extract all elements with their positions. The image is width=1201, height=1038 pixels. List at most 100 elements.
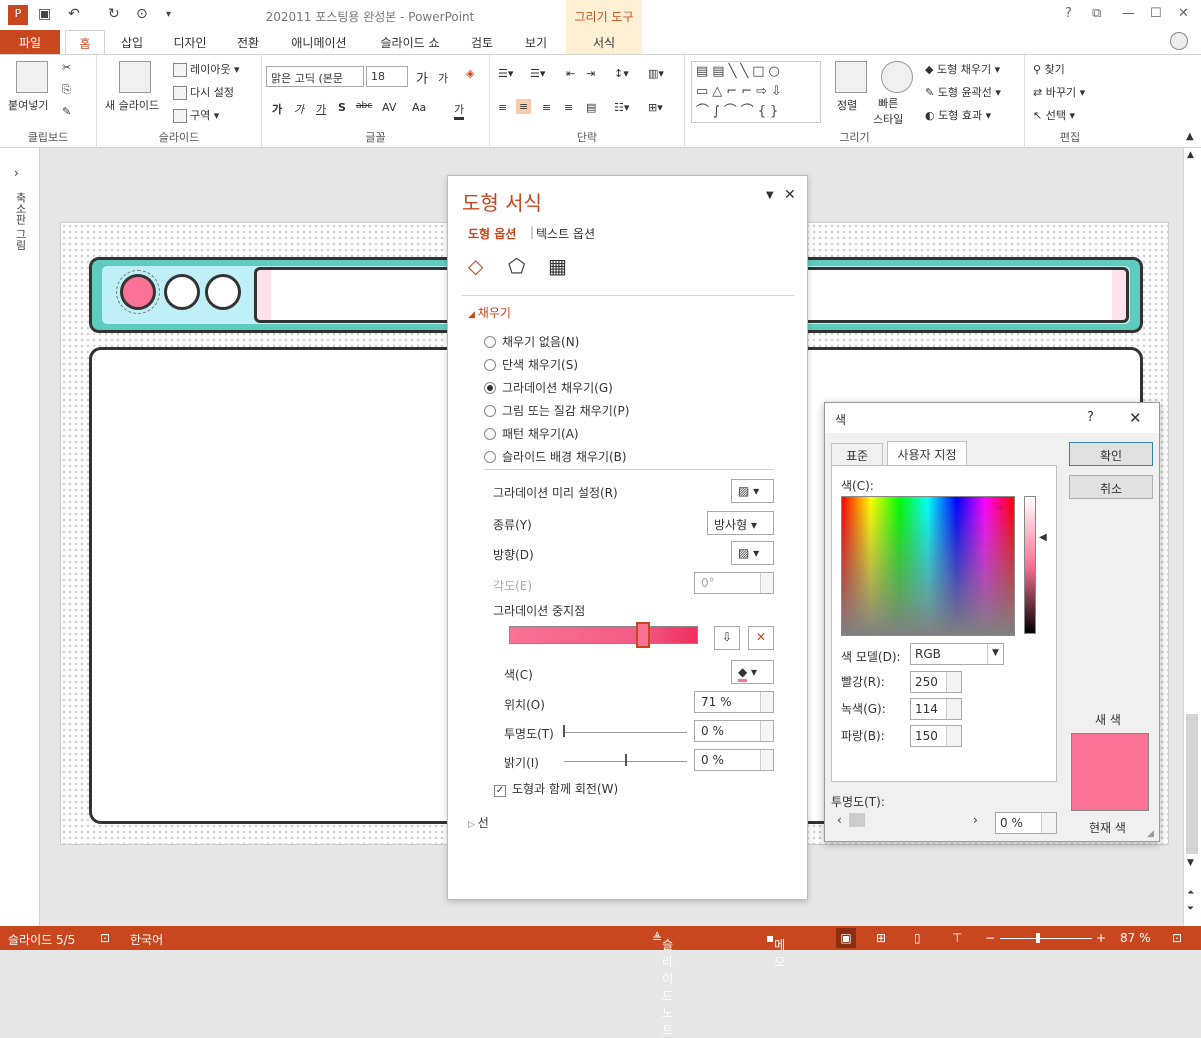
zoom-level[interactable]: 87 % xyxy=(1120,931,1151,945)
gradient-preset-dropdown[interactable]: ▨ ▾ xyxy=(731,479,774,503)
dialog-close-button[interactable]: ✕ xyxy=(1129,409,1142,427)
shape-outline-button[interactable]: ✎ 도형 윤곽선 ▾ xyxy=(925,84,1001,100)
green-spinner[interactable]: 114 xyxy=(910,698,962,720)
numbering-icon[interactable]: ☰▾ xyxy=(530,67,545,80)
blue-spinner[interactable]: 150 xyxy=(910,725,962,747)
tab-format[interactable]: 서식 xyxy=(566,30,642,54)
tab-slideshow[interactable]: 슬라이드 쇼 xyxy=(370,30,450,54)
line-spacing-icon[interactable]: ↕▾ xyxy=(614,67,629,80)
vertical-scrollbar[interactable]: ▲ ▼ ⏶ ⏷ xyxy=(1183,148,1201,926)
new-slide-button[interactable]: 새 슬라이드 xyxy=(105,97,159,113)
cancel-button[interactable]: 취소 xyxy=(1069,475,1153,499)
language-indicator[interactable]: 한국어 xyxy=(130,931,163,948)
effects-pentagon-icon[interactable]: ⬠ xyxy=(508,254,525,278)
transparency-slider-thumb[interactable] xyxy=(849,813,865,827)
smartart-icon[interactable]: ⊞▾ xyxy=(648,101,663,114)
maximize-button[interactable]: ☐ xyxy=(1150,6,1162,21)
direction-dropdown[interactable]: ▨ ▾ xyxy=(731,541,774,565)
add-stop-icon[interactable]: ⇩ xyxy=(714,626,740,650)
shape-fill-button[interactable]: ◆ 도형 채우기 ▾ xyxy=(925,61,1000,77)
next-slide-icon[interactable]: ⏷ xyxy=(1187,904,1194,914)
zoom-slider-thumb[interactable] xyxy=(1036,933,1040,943)
arrange-button[interactable]: 정렬 xyxy=(837,97,857,113)
slide-sorter-icon[interactable]: ⊞ xyxy=(876,931,886,945)
change-case-button[interactable]: Aa xyxy=(412,101,426,114)
grow-font-button[interactable]: 가 xyxy=(416,68,428,87)
tab-text-options[interactable]: 텍스트 옵션 xyxy=(536,225,595,242)
bold-button[interactable]: 가 xyxy=(272,101,282,117)
radio-background-fill[interactable]: 슬라이드 배경 채우기(B) xyxy=(484,448,627,465)
dialog-help-button[interactable]: ? xyxy=(1087,410,1094,425)
stop-color-dropdown[interactable]: ◆ ▾ xyxy=(731,660,774,684)
scroll-up-icon[interactable]: ▲ xyxy=(1187,150,1194,160)
line-section-header[interactable]: ▷ 선 xyxy=(468,814,489,831)
brightness-slider-thumb[interactable] xyxy=(625,754,627,766)
account-avatar[interactable] xyxy=(1170,32,1188,50)
radio-gradient-fill[interactable]: 그라데이션 채우기(G) xyxy=(484,379,613,396)
italic-button[interactable]: 가 xyxy=(294,101,304,117)
normal-view-icon[interactable]: ▣ xyxy=(836,928,856,948)
spell-check-icon[interactable]: ⊡ xyxy=(100,931,110,945)
rotate-with-shape-checkbox[interactable]: ✓ 도형과 함께 회전(W) xyxy=(494,780,618,797)
slideshow-icon[interactable]: ⊤ xyxy=(952,931,962,945)
radio-pattern-fill[interactable]: 패턴 채우기(A) xyxy=(484,425,579,442)
luminance-pointer-icon[interactable]: ◀ xyxy=(1039,532,1047,543)
size-properties-icon[interactable]: ▦ xyxy=(548,254,567,278)
stop-position-spinner[interactable]: 71 % xyxy=(694,691,774,713)
zoom-slider[interactable] xyxy=(1000,938,1092,939)
close-button[interactable]: ✕ xyxy=(1178,6,1189,21)
reset-button[interactable]: 다시 설정 xyxy=(173,84,234,100)
replace-button[interactable]: ⇄ 바꾸기 ▾ xyxy=(1033,84,1085,100)
shapes-gallery[interactable]: ▤▤╲╲□○ ▭△⌐⌐⇨⇩ ⌒∫⌒⌒{} xyxy=(691,61,821,123)
pink-circle-shape[interactable] xyxy=(116,270,160,314)
zoom-out-icon[interactable]: − xyxy=(985,931,995,945)
previous-slide-icon[interactable]: ⏶ xyxy=(1187,888,1194,898)
scroll-right-icon[interactable]: › xyxy=(973,813,978,827)
tab-standard[interactable]: 표준 xyxy=(831,443,883,465)
fill-line-icon[interactable]: ◇ xyxy=(468,254,483,278)
white-circle-shape[interactable] xyxy=(205,274,241,310)
collapse-ribbon-icon[interactable]: ▲ xyxy=(1186,131,1194,142)
radio-no-fill[interactable]: 채우기 없음(N) xyxy=(484,333,579,350)
luminance-bar[interactable] xyxy=(1024,496,1036,634)
fit-to-window-icon[interactable]: ⊡ xyxy=(1172,931,1182,945)
shadow-button[interactable]: S xyxy=(338,101,346,114)
expand-thumbnails-icon[interactable]: › xyxy=(14,166,19,180)
angle-spinner[interactable]: 0° xyxy=(694,572,774,594)
font-size-combo[interactable]: 18 xyxy=(366,66,408,87)
stop-transparency-spinner[interactable]: 0 % xyxy=(694,720,774,742)
select-button[interactable]: ↖ 선택 ▾ xyxy=(1033,107,1075,123)
tab-custom[interactable]: 사용자 지정 xyxy=(887,441,967,466)
reading-view-icon[interactable]: ▯ xyxy=(914,931,921,945)
radio-solid-fill[interactable]: 단색 채우기(S) xyxy=(484,356,578,373)
tab-design[interactable]: 디자인 xyxy=(165,30,215,54)
resize-grip-icon[interactable]: ◢ xyxy=(1147,829,1154,839)
distribute-icon[interactable]: ▤ xyxy=(586,101,596,114)
white-circle-shape[interactable] xyxy=(164,274,200,310)
copy-icon[interactable]: ⎘ xyxy=(62,83,71,97)
scroll-down-icon[interactable]: ▼ xyxy=(1187,858,1194,868)
minimize-button[interactable]: — xyxy=(1122,6,1135,21)
red-spinner[interactable]: 250 xyxy=(910,671,962,693)
tab-shape-options[interactable]: 도형 옵션 xyxy=(468,225,516,242)
format-painter-icon[interactable]: ✎ xyxy=(62,105,71,118)
notes-button[interactable]: ≜ 슬라이드 노트 xyxy=(652,931,673,1037)
tab-file[interactable]: 파일 xyxy=(0,30,60,54)
increase-indent-icon[interactable]: ⇥ xyxy=(586,67,595,80)
ribbon-display-button[interactable]: ⧉ xyxy=(1092,6,1101,21)
ok-button[interactable]: 확인 xyxy=(1069,442,1153,466)
scroll-left-icon[interactable]: ‹ xyxy=(837,813,842,827)
shrink-font-button[interactable]: 가 xyxy=(438,70,448,86)
quick-styles-button[interactable]: 빠른 스타일 xyxy=(873,95,903,127)
fill-section-header[interactable]: ◢ 채우기 xyxy=(468,304,511,321)
tab-animations[interactable]: 애니메이션 xyxy=(282,30,356,54)
transparency-slider[interactable] xyxy=(564,732,687,733)
layout-button[interactable]: 레이아웃 ▾ xyxy=(173,61,240,77)
underline-button[interactable]: 가 xyxy=(316,101,326,117)
tab-view[interactable]: 보기 xyxy=(516,30,556,54)
paste-button[interactable]: 붙여넣기 xyxy=(8,97,48,113)
columns-icon[interactable]: ▥▾ xyxy=(648,67,664,80)
comments-button[interactable]: ▪ 메모 xyxy=(766,931,785,969)
clear-format-icon[interactable]: ◈ xyxy=(466,67,474,80)
tab-insert[interactable]: 삽입 xyxy=(112,30,152,54)
